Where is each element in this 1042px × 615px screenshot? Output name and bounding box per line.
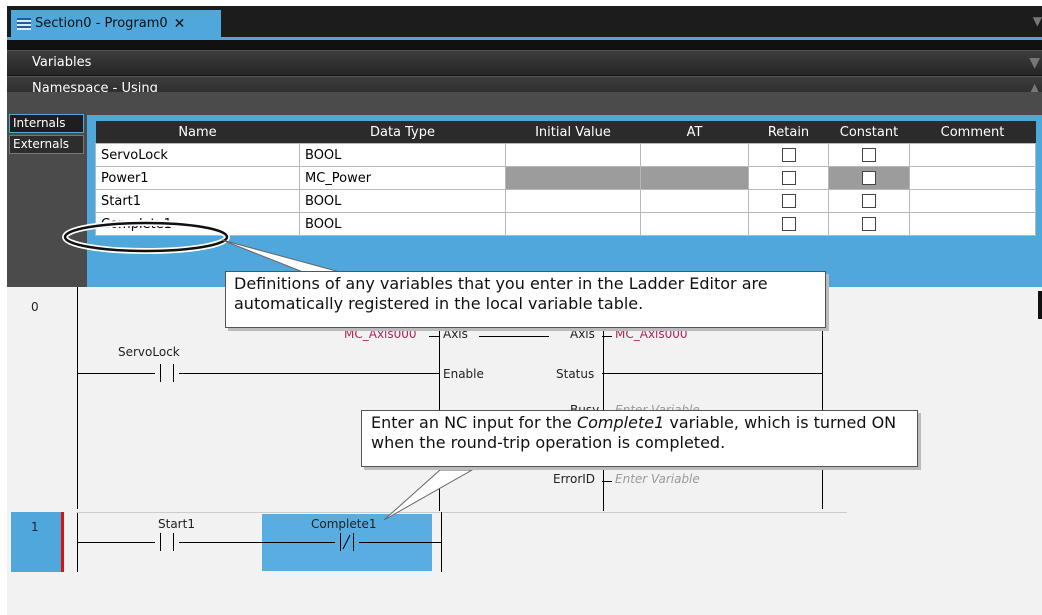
data-type-cell[interactable]: MC_Power [299,166,506,190]
rung-error-marker [61,512,64,572]
local-variable-table: Name Data Type Initial Value AT Retain C… [95,121,1036,236]
constant-cell[interactable] [828,166,910,190]
variable-table-frame: Name Data Type Initial Value AT Retain C… [87,115,1042,287]
no-contact-start1[interactable] [155,533,179,551]
nc-slash-icon [342,534,351,550]
callout-nc-input: Enter an NC input for the Complete1 vari… [361,410,918,467]
errorid-pin: ErrorID [553,472,596,486]
pin-wire [602,336,612,337]
at-cell [640,166,749,190]
constant-cell[interactable] [828,143,910,167]
at-cell[interactable] [640,212,749,236]
column-header-initial-value[interactable]: Initial Value [505,121,641,144]
rung-end-rail [441,512,442,572]
comment-cell[interactable] [909,143,1036,167]
rung-number-1: 1 [31,520,39,534]
contact-complete1-label: Complete1 [311,517,377,531]
tab-title: Section0 - Program0 [35,16,168,31]
nc-contact-complete1[interactable] [335,533,359,551]
pin-wire [429,336,439,337]
pin-wire [602,481,612,482]
constant-checkbox[interactable] [862,148,876,162]
initial-value-cell[interactable] [505,212,641,236]
table-row[interactable]: Start1 BOOL [95,189,1036,213]
callout-nc-text-1: Enter an NC input for the [371,413,577,432]
retain-cell[interactable] [748,189,829,213]
constant-checkbox[interactable] [862,217,876,231]
data-type-cell[interactable]: BOOL [299,212,506,236]
variable-table-panel: Internals Externals Name Data Type Initi… [7,92,1042,287]
comment-cell[interactable] [909,212,1036,236]
constant-checkbox[interactable] [862,194,876,208]
contact-start1-label: Start1 [158,517,195,531]
rung-wire [77,542,441,543]
column-header-name[interactable]: Name [95,121,300,144]
variable-name-cell[interactable]: ServoLock [95,143,300,167]
status-pin: Status [556,367,595,381]
callout-variable-registration: Definitions of any variables that you en… [225,271,826,328]
tab-bar: Section0 - Program0 ✕ ▼ [7,6,1042,40]
left-power-rail [77,287,78,509]
rung-wire [77,373,439,374]
axis-input-pin: Axis [443,327,468,341]
contact-servolock-label: ServoLock [118,345,180,359]
table-row[interactable]: Power1 MC_Power [95,166,1036,190]
retain-cell[interactable] [748,143,829,167]
comment-cell[interactable] [909,166,1036,190]
callout-nc-variable: Complete1 [576,413,665,432]
variables-panel-title: Variables [32,55,92,70]
variable-name-cell[interactable]: Complete1 [95,212,300,236]
comment-cell[interactable] [909,189,1036,213]
rung-1-separator [77,512,847,513]
column-header-retain[interactable]: Retain [748,121,829,144]
retain-cell[interactable] [748,166,829,190]
initial-value-cell [505,166,641,190]
axis-output-pin: Axis [570,327,595,341]
axis-input-variable[interactable]: MC_Axis000 [344,327,417,341]
enable-pin: Enable [443,367,484,381]
rung-number-0: 0 [31,300,39,314]
retain-checkbox[interactable] [781,171,796,185]
tab-section0-program0[interactable]: Section0 - Program0 ✕ [11,10,221,37]
errorid-variable-placeholder[interactable]: Enter Variable [615,472,700,486]
column-header-data-type[interactable]: Data Type [299,121,506,144]
ladder-scrollbar[interactable] [1038,291,1042,319]
retain-checkbox[interactable] [781,194,796,208]
collapse-arrow-icon[interactable]: ▼ [1029,51,1040,75]
tab-internals[interactable]: Internals [9,114,84,133]
constant-checkbox[interactable] [862,171,876,185]
initial-value-cell[interactable] [505,143,641,167]
retain-checkbox[interactable] [781,217,796,231]
at-cell[interactable] [640,143,749,167]
status-output-wire [602,373,822,374]
column-header-comment[interactable]: Comment [909,121,1036,144]
data-type-cell[interactable]: BOOL [299,143,506,167]
ladder-icon [17,17,31,30]
initial-value-cell[interactable] [505,189,641,213]
data-type-cell[interactable]: BOOL [299,189,506,213]
constant-cell[interactable] [828,212,910,236]
retain-checkbox[interactable] [781,148,796,162]
variable-name-cell[interactable]: Start1 [95,189,300,213]
at-cell[interactable] [640,189,749,213]
column-header-constant[interactable]: Constant [828,121,910,144]
no-contact-servolock[interactable] [155,364,179,382]
variables-panel-header[interactable]: Variables ▼ [7,50,1042,75]
close-icon[interactable]: ✕ [174,16,186,32]
chevron-down-icon[interactable]: ▼ [1033,14,1042,28]
axis-output-variable[interactable]: MC_Axis000 [615,327,688,341]
constant-cell[interactable] [828,189,910,213]
retain-cell[interactable] [748,212,829,236]
table-row[interactable]: ServoLock BOOL [95,143,1036,167]
column-header-at[interactable]: AT [640,121,749,144]
table-row[interactable]: Complete1 BOOL [95,212,1036,236]
axis-link-wire [479,336,549,337]
variable-name-cell[interactable]: Power1 [95,166,300,190]
tab-externals[interactable]: Externals [9,135,84,154]
